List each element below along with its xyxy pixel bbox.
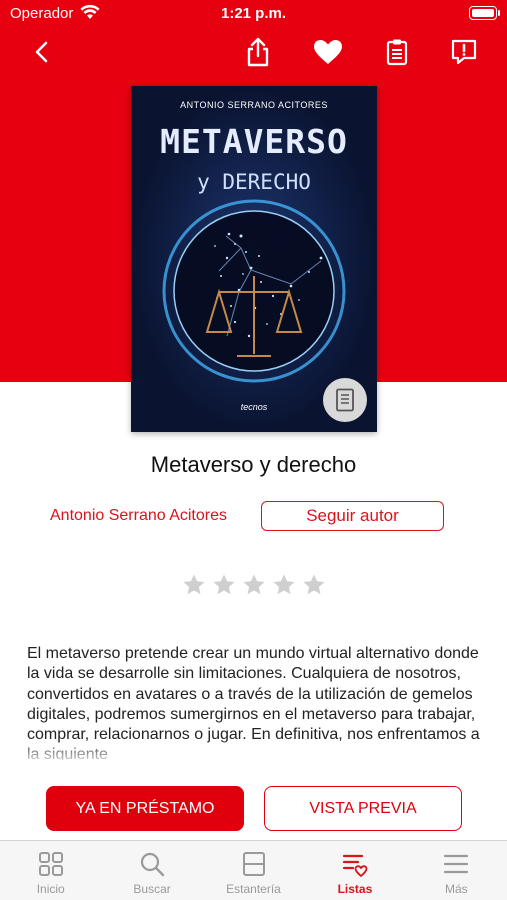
back-button[interactable] xyxy=(26,36,58,68)
tab-estanteria[interactable]: Estantería xyxy=(203,841,304,900)
book-title: Metaverso y derecho xyxy=(150,452,357,477)
status-bar: Operador 1:21 p.m. xyxy=(0,0,507,28)
star-icon[interactable] xyxy=(302,573,326,597)
star-icon[interactable] xyxy=(272,573,296,597)
tab-label: Buscar xyxy=(133,882,171,896)
clock: 1:21 p.m. xyxy=(220,5,287,22)
menu-icon xyxy=(444,854,469,874)
list-heart-icon xyxy=(342,854,368,878)
tab-label: Estantería xyxy=(226,882,281,896)
star-icon[interactable] xyxy=(182,573,206,597)
cover-title-text: METAVERSO xyxy=(160,122,348,161)
heart-icon xyxy=(314,40,342,64)
tab-bar: Inicio Buscar Estantería Listas Más xyxy=(0,840,507,900)
tab-label: Listas xyxy=(337,882,373,896)
shelf-icon xyxy=(242,852,265,876)
cover-author-text: ANTONIO SERRANO ACITORES xyxy=(180,100,328,110)
cover-subtitle-text: y DERECHO xyxy=(197,170,311,194)
star-icon[interactable] xyxy=(242,573,266,597)
clipboard-icon xyxy=(386,39,408,66)
share-button[interactable] xyxy=(242,36,274,68)
tab-listas[interactable]: Listas xyxy=(304,841,405,900)
add-to-list-button[interactable] xyxy=(381,36,413,68)
tab-label: Inicio xyxy=(36,882,65,896)
tab-mas[interactable]: Más xyxy=(406,841,507,900)
report-icon xyxy=(451,39,477,65)
borrowed-button[interactable]: YA EN PRÉSTAMO xyxy=(46,786,244,831)
follow-author-button[interactable]: Seguir autor xyxy=(261,501,444,531)
sample-badge[interactable] xyxy=(323,378,367,422)
star-rating[interactable] xyxy=(182,573,326,597)
book-page-icon xyxy=(336,388,354,412)
author-link[interactable]: Antonio Serrano Acitores xyxy=(50,507,227,525)
book-cover[interactable]: ANTONIO SERRANO ACITORES METAVERSO y DER… xyxy=(131,86,377,432)
report-button[interactable] xyxy=(448,36,480,68)
description-fade xyxy=(0,740,507,766)
search-icon xyxy=(141,852,165,877)
share-icon xyxy=(247,37,269,67)
tab-inicio[interactable]: Inicio xyxy=(0,841,101,900)
preview-button[interactable]: VISTA PREVIA xyxy=(264,786,462,831)
chevron-left-icon xyxy=(35,41,48,63)
battery-icon xyxy=(469,6,500,20)
grid-icon xyxy=(38,852,63,876)
tab-buscar[interactable]: Buscar xyxy=(101,841,202,900)
favorite-button[interactable] xyxy=(312,36,344,68)
tab-label: Más xyxy=(444,882,468,896)
star-icon[interactable] xyxy=(212,573,236,597)
